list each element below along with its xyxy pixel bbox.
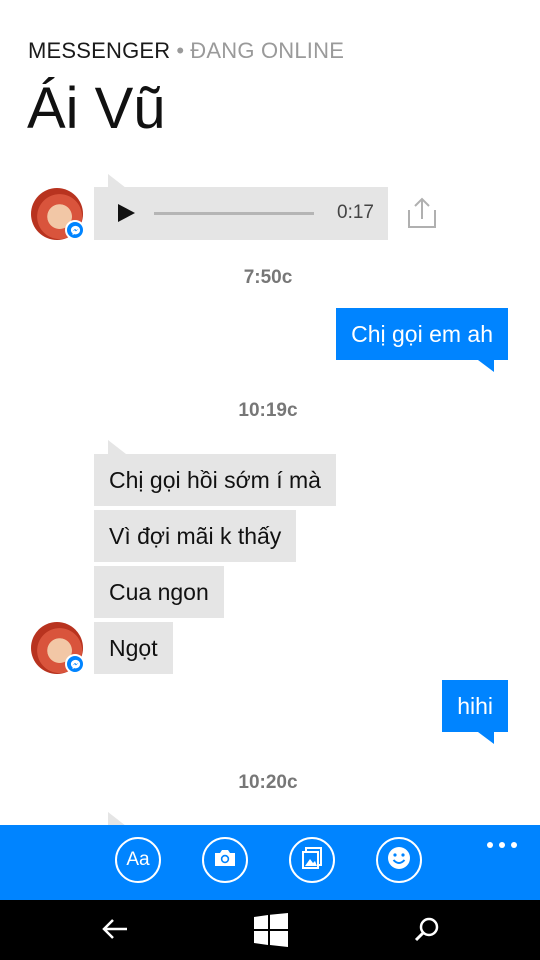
windows-start-icon[interactable] xyxy=(254,913,288,952)
messenger-badge-icon xyxy=(65,654,85,674)
search-icon[interactable] xyxy=(413,916,441,949)
incoming-message[interactable]: Chị gọi hồi sớm í mà xyxy=(94,454,336,506)
emoji-button[interactable] xyxy=(376,837,422,883)
avatar[interactable] xyxy=(31,622,85,674)
outgoing-message[interactable]: hihi xyxy=(442,680,508,732)
audio-message[interactable]: 0:17 xyxy=(94,187,388,240)
system-nav-bar xyxy=(0,900,540,960)
gallery-button[interactable] xyxy=(289,837,335,883)
bubble-tail xyxy=(478,732,494,744)
share-icon[interactable] xyxy=(406,196,438,235)
text-format-button[interactable]: Aa xyxy=(115,837,161,883)
text-format-icon: Aa xyxy=(126,849,150,870)
messenger-badge-icon xyxy=(65,220,85,240)
audio-progress-track[interactable] xyxy=(154,212,314,215)
composer-bar: Aa xyxy=(0,825,540,900)
camera-icon xyxy=(213,848,237,873)
message-timestamp: 7:50c xyxy=(243,267,293,288)
bubble-tail xyxy=(108,440,126,454)
outgoing-message[interactable]: Chị gọi em ah xyxy=(336,308,508,360)
gallery-icon xyxy=(300,846,324,875)
back-arrow-icon[interactable] xyxy=(101,916,129,947)
app-header: MESSENGER • ĐANG ONLINE xyxy=(28,38,344,64)
bubble-tail xyxy=(108,812,126,826)
play-icon[interactable] xyxy=(116,203,136,228)
bubble-tail xyxy=(108,174,126,188)
bubble-tail xyxy=(478,360,494,372)
audio-duration: 0:17 xyxy=(337,202,374,223)
emoji-icon xyxy=(386,845,412,876)
camera-button[interactable] xyxy=(202,837,248,883)
avatar[interactable] xyxy=(31,188,85,240)
incoming-message[interactable]: Ngọt xyxy=(94,622,173,674)
message-timestamp: 10:19c xyxy=(238,400,298,421)
incoming-message[interactable]: Vì đợi mãi k thấy xyxy=(94,510,297,562)
app-name: MESSENGER xyxy=(28,38,171,63)
message-timestamp: 10:20c xyxy=(238,772,298,793)
online-status: ĐANG ONLINE xyxy=(190,38,345,63)
contact-name: Ái Vũ xyxy=(27,76,166,141)
more-icon[interactable] xyxy=(486,836,518,854)
header-separator: • xyxy=(176,38,185,63)
incoming-message[interactable]: Cua ngon xyxy=(94,566,224,618)
